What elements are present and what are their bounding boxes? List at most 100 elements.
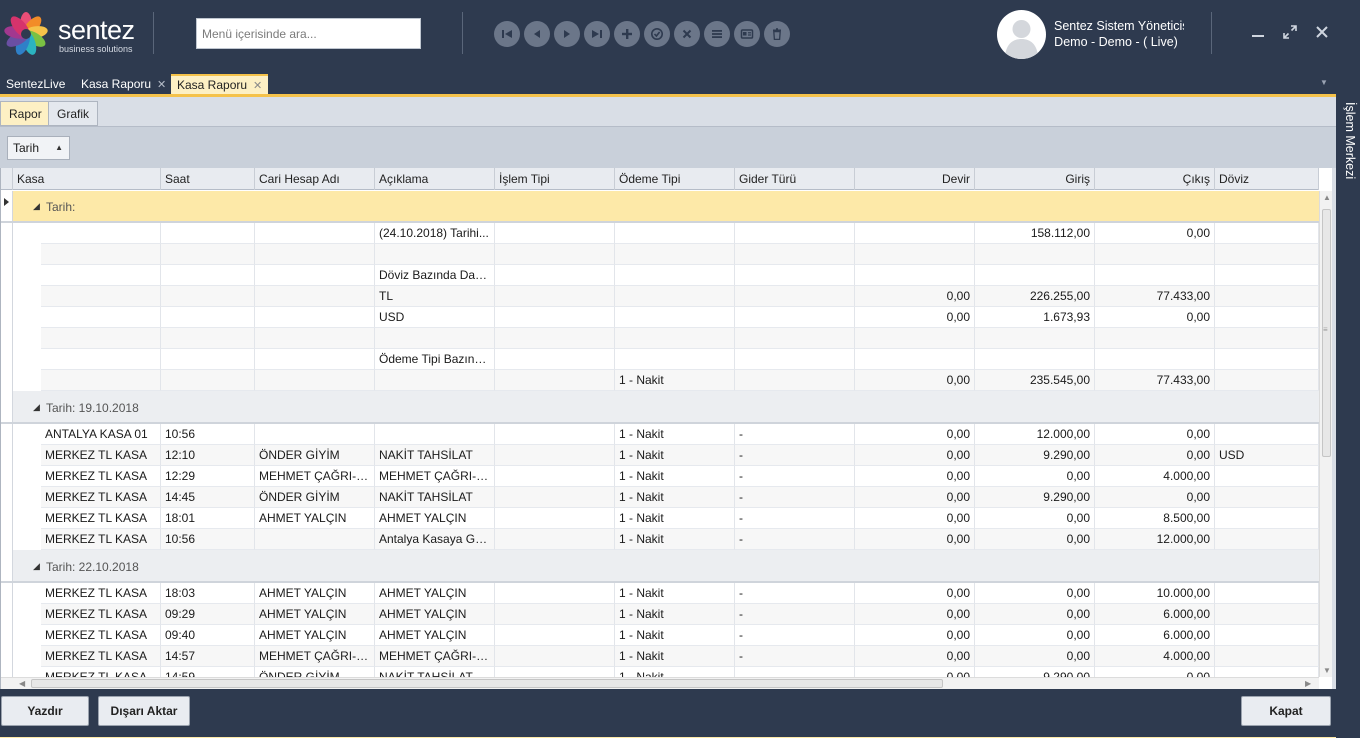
table-cell[interactable]: 1 - Nakit xyxy=(615,646,735,667)
table-cell[interactable]: 10.000,00 xyxy=(1095,583,1215,604)
table-cell[interactable] xyxy=(735,265,855,286)
table-cell[interactable]: 1 - Nakit xyxy=(615,424,735,445)
table-cell[interactable] xyxy=(975,265,1095,286)
table-cell[interactable] xyxy=(161,328,255,349)
table-cell[interactable]: ÖNDER GİYİM xyxy=(255,667,375,677)
table-cell[interactable]: 0,00 xyxy=(855,424,975,445)
table-cell[interactable] xyxy=(495,508,615,529)
table-cell[interactable]: 9.290,00 xyxy=(975,667,1095,677)
table-cell[interactable]: 0,00 xyxy=(975,646,1095,667)
table-cell[interactable]: 1 - Nakit xyxy=(615,487,735,508)
scroll-left-icon[interactable]: ◀ xyxy=(19,679,25,688)
table-cell[interactable] xyxy=(615,223,735,244)
table-cell[interactable]: MERKEZ TL KASA xyxy=(41,625,161,646)
table-cell[interactable] xyxy=(41,286,161,307)
table-cell[interactable]: 0,00 xyxy=(855,307,975,328)
table-cell[interactable] xyxy=(1215,223,1319,244)
table-cell[interactable] xyxy=(495,286,615,307)
vertical-scroll-thumb[interactable]: ≡ xyxy=(1322,209,1331,457)
card-view-button[interactable] xyxy=(734,21,760,47)
table-cell[interactable]: 0,00 xyxy=(975,529,1095,550)
table-cell[interactable]: 8.500,00 xyxy=(1095,508,1215,529)
table-cell[interactable]: MEHMET ÇAĞRI- Ç... xyxy=(375,466,495,487)
maximize-button[interactable] xyxy=(1280,22,1300,42)
collapse-group-icon[interactable]: ◢ xyxy=(33,402,40,413)
close-window-button[interactable] xyxy=(1312,22,1332,42)
table-cell[interactable]: 0,00 xyxy=(855,667,975,677)
table-cell[interactable] xyxy=(255,349,375,370)
table-cell[interactable] xyxy=(735,370,855,391)
column-header[interactable]: Döviz xyxy=(1215,168,1319,190)
table-cell[interactable] xyxy=(255,424,375,445)
table-cell[interactable]: 0,00 xyxy=(1095,667,1215,677)
table-cell[interactable]: 0,00 xyxy=(855,646,975,667)
table-cell[interactable]: USD xyxy=(375,307,495,328)
table-cell[interactable]: 0,00 xyxy=(975,466,1095,487)
table-cell[interactable] xyxy=(1215,244,1319,265)
previous-record-button[interactable] xyxy=(524,21,550,47)
table-cell[interactable]: 0,00 xyxy=(975,625,1095,646)
table-cell[interactable] xyxy=(255,370,375,391)
table-cell[interactable]: MEHMET ÇAĞRI- Ç... xyxy=(255,466,375,487)
table-cell[interactable]: 1 - Nakit xyxy=(615,445,735,466)
table-cell[interactable]: 0,00 xyxy=(1095,424,1215,445)
scroll-down-icon[interactable]: ▼ xyxy=(1323,666,1331,675)
horizontal-scrollbar[interactable]: ◀ ▶ xyxy=(1,677,1319,689)
table-cell[interactable] xyxy=(495,328,615,349)
table-cell[interactable]: ANTALYA KASA 01 xyxy=(41,424,161,445)
table-cell[interactable]: MEHMET ÇAĞRI- Ç... xyxy=(375,646,495,667)
table-cell[interactable]: - xyxy=(735,529,855,550)
table-cell[interactable] xyxy=(615,244,735,265)
table-cell[interactable] xyxy=(495,370,615,391)
table-cell[interactable]: MERKEZ TL KASA xyxy=(41,466,161,487)
table-cell[interactable]: 0,00 xyxy=(855,625,975,646)
table-cell[interactable]: 77.433,00 xyxy=(1095,370,1215,391)
table-cell[interactable]: - xyxy=(735,424,855,445)
column-header[interactable]: Giriş xyxy=(975,168,1095,190)
table-cell[interactable]: Ödeme Tipi Bazınd... xyxy=(375,349,495,370)
table-cell[interactable]: 1 - Nakit xyxy=(615,370,735,391)
tab-kasa-raporu-active[interactable]: Kasa Raporu ✕ xyxy=(171,74,269,95)
table-cell[interactable]: AHMET YALÇIN xyxy=(255,604,375,625)
table-cell[interactable]: 0,00 xyxy=(975,604,1095,625)
table-cell[interactable]: 0,00 xyxy=(855,445,975,466)
table-cell[interactable]: ÖNDER GİYİM xyxy=(255,487,375,508)
table-cell[interactable]: 0,00 xyxy=(855,370,975,391)
table-row[interactable]: (24.10.2018) Tarihi... 158.112,00 0,00 xyxy=(1,223,1319,244)
table-cell[interactable] xyxy=(41,244,161,265)
table-cell[interactable] xyxy=(1215,646,1319,667)
table-cell[interactable] xyxy=(495,424,615,445)
table-cell[interactable]: AHMET YALÇIN xyxy=(255,583,375,604)
column-header[interactable]: Cari Hesap Adı xyxy=(255,168,375,190)
table-cell[interactable] xyxy=(735,349,855,370)
table-cell[interactable]: - xyxy=(735,646,855,667)
table-cell[interactable] xyxy=(255,529,375,550)
table-cell[interactable] xyxy=(41,328,161,349)
table-row[interactable] xyxy=(1,244,1319,265)
table-cell[interactable]: AHMET YALÇIN xyxy=(375,583,495,604)
table-cell[interactable] xyxy=(495,307,615,328)
table-cell[interactable]: 9.290,00 xyxy=(975,445,1095,466)
table-cell[interactable]: 6.000,00 xyxy=(1095,625,1215,646)
table-cell[interactable] xyxy=(1215,328,1319,349)
table-cell[interactable] xyxy=(495,625,615,646)
table-cell[interactable]: 18:03 xyxy=(161,583,255,604)
table-cell[interactable] xyxy=(1215,286,1319,307)
column-header[interactable]: Ödeme Tipi xyxy=(615,168,735,190)
table-cell[interactable]: - xyxy=(735,583,855,604)
table-cell[interactable]: AHMET YALÇIN xyxy=(375,604,495,625)
table-cell[interactable] xyxy=(1215,583,1319,604)
close-report-button[interactable]: Kapat xyxy=(1241,696,1331,726)
minimize-button[interactable] xyxy=(1248,22,1268,42)
table-cell[interactable]: 0,00 xyxy=(855,529,975,550)
table-cell[interactable]: 14:45 xyxy=(161,487,255,508)
table-cell[interactable]: 10:56 xyxy=(161,424,255,445)
table-cell[interactable] xyxy=(855,223,975,244)
table-cell[interactable]: AHMET YALÇIN xyxy=(375,508,495,529)
table-cell[interactable]: - xyxy=(735,604,855,625)
table-cell[interactable] xyxy=(615,286,735,307)
table-cell[interactable] xyxy=(735,244,855,265)
table-cell[interactable]: - xyxy=(735,667,855,677)
table-cell[interactable]: TL xyxy=(375,286,495,307)
table-cell[interactable] xyxy=(1215,265,1319,286)
